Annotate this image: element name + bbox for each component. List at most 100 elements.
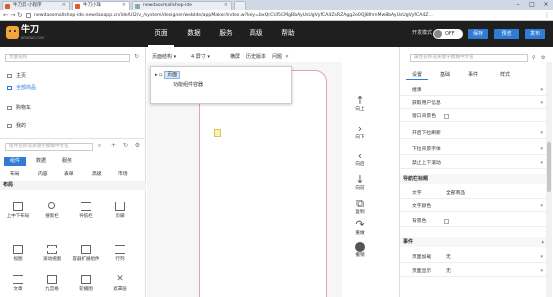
tab-basic[interactable]: 基础 [434,71,456,80]
chevron-down-icon[interactable]: ▾ [540,144,543,155]
copy-button[interactable]: ⧉ 复制 [342,198,378,216]
property-search-input[interactable]: 属性名称或关键字模糊中文名 [410,54,528,62]
search-icon[interactable]: ⌕ [96,143,103,150]
nav-data[interactable]: 数据 [181,21,207,47]
issues-button[interactable]: 问题 [272,53,282,61]
move-down-button[interactable]: › 向下 [342,123,378,141]
property-scrollbar[interactable] [546,62,552,297]
phone-frame[interactable] [199,70,327,297]
browser-tab-2[interactable]: 牛刀小珠 × [72,1,130,10]
tool-container-ext[interactable]: 容器扩展组件 [72,243,100,267]
tool-row-col[interactable]: 行列 [106,243,134,267]
tab-style[interactable]: 样式 [494,71,516,80]
prop-pull-refresh[interactable]: 开启下拉刷新 ▾ [400,128,548,139]
screen-size-dropdown[interactable]: 4 屏寸 ▾ [191,53,210,61]
browser-tab-1[interactable]: 牛刀云-小程序 × [2,1,70,10]
preview-button[interactable]: 预览 [494,29,519,39]
prop-nav-text[interactable]: 文字 全部商品 [400,188,548,199]
new-tab-button[interactable] [234,1,246,10]
page-item-mine[interactable]: 我的 [6,121,141,131]
prop-get-user-info[interactable]: 获取用户信息 ▾ [400,98,548,109]
tool-scroll-view[interactable]: 滚动视图 [38,243,66,267]
prop-page-load[interactable]: 页面加载 无 ▾ [400,252,548,263]
chevron-down-icon[interactable]: ▾ [540,98,543,109]
nav-page[interactable]: 页面 [148,21,174,47]
add-icon[interactable]: + [110,143,117,150]
close-icon[interactable]: × [224,2,228,9]
prop-nav-bg-color[interactable]: 背景色 [400,216,548,227]
settings-icon[interactable]: ⚙ [134,143,141,150]
tree-node-page[interactable]: ▸ ▫ 页面 [155,71,181,79]
chevron-down-icon[interactable]: ▾ [540,85,543,96]
tool-footer[interactable]: 页脚 [106,200,134,224]
tool-navbar[interactable]: 导航栏 [72,200,100,224]
chevron-down-icon[interactable]: ▾ [540,266,543,277]
tab-data[interactable]: 数据 [30,157,52,166]
chevron-down-icon[interactable]: ▾ [540,201,543,212]
filter-icon[interactable]: ⚲ [532,54,536,62]
collapse-icon[interactable]: « [285,53,289,61]
prop-disable-scroll[interactable]: 禁止上下滚动 ▾ [400,158,548,169]
move-forward-button[interactable]: ↓ 向前 [342,174,378,192]
url-input[interactable]: newdaosmallshop-ide.newdaoapp.cn/ide/UI2… [26,12,533,19]
nav-advanced[interactable]: 高级 [243,21,269,47]
close-icon[interactable]: × [122,2,126,9]
category-market[interactable]: 市场 [118,171,128,178]
page-item-home[interactable]: 主页 [6,71,141,81]
tool-grid9[interactable]: 九宫格 [38,273,66,297]
scrollbar-thumb[interactable] [547,142,551,192]
category-layout[interactable]: 布局 [10,171,20,178]
tab-components[interactable]: 组件 [4,157,26,166]
chevron-down-icon[interactable]: ▾ [540,252,543,263]
landscape-button[interactable]: 横屏 [230,53,240,61]
move-back-button[interactable]: ‹ 向后 [342,150,378,168]
refresh-icon[interactable]: ↻ [122,143,129,150]
move-up-button[interactable]: ↑ 向上 [342,95,378,113]
reload-icon[interactable]: ↻ [17,11,22,20]
prop-inherit[interactable]: 继承 ▾ [400,85,548,96]
dev-mode-toggle[interactable]: OFF [433,29,463,39]
chevron-down-icon[interactable]: ▾ [540,128,543,139]
redo-button[interactable]: ↷ 重做 [342,219,378,237]
component-placeholder[interactable] [214,129,221,137]
minimize-icon[interactable]: – [511,0,525,10]
tab-events[interactable]: 事件 [462,71,484,80]
close-icon[interactable]: × [62,2,66,9]
chevron-up-icon[interactable]: ▴ [541,237,544,247]
page-structure-dropdown[interactable]: 页面结构 ▾ [152,53,176,61]
prop-pull-bg-font[interactable]: 下拉背景字体 ▾ [400,144,548,155]
category-advanced[interactable]: 高级 [92,171,102,178]
tool-view[interactable]: 视图 [4,243,32,267]
tab-services[interactable]: 服务 [56,157,78,166]
prop-page-show[interactable]: 页面显示 无 ▾ [400,266,548,277]
tool-carousel[interactable]: 轮播图 [72,273,100,297]
tool-search-bar[interactable]: 搜索栏 [38,200,66,224]
tab-settings[interactable]: 设置 [406,71,428,80]
prop-nav-text-color[interactable]: 文字颜色 ▾ [400,201,548,212]
publish-button[interactable]: 发布 [525,29,545,39]
maximize-icon[interactable]: □ [525,0,539,10]
page-item-cart[interactable]: 购物车 [6,103,141,113]
page-item-all-products[interactable]: 全部商品 [6,83,141,93]
nav-service[interactable]: 服务 [213,21,239,47]
browser-tab-3[interactable]: newdaosmallshop-ide × [132,1,232,10]
prop-window-bg-color[interactable]: 窗口背景色 [400,111,548,122]
back-icon[interactable]: ← [3,11,8,20]
save-button[interactable]: 保存 [468,29,488,39]
close-window-icon[interactable]: × [539,0,553,10]
refresh-icon[interactable]: ↻ [133,54,140,61]
settings-icon[interactable]: ⚙ [541,54,545,62]
nav-help[interactable]: 帮助 [275,21,301,47]
forward-icon[interactable]: → [10,11,15,20]
component-search-input[interactable]: 组件名称或关键字模糊中文名 [5,143,93,151]
undo-button[interactable]: 撤销 [342,241,378,259]
tree-node-container[interactable]: 功能组件容器 [173,81,203,89]
menu-icon[interactable]: ⋮ [544,11,550,20]
color-swatch[interactable] [444,114,449,119]
color-swatch[interactable] [444,219,449,224]
tool-mask[interactable]: ✕ 遮罩层 [106,273,134,297]
history-button[interactable]: 历史版本 [246,53,266,61]
category-content[interactable]: 内容 [38,171,48,178]
chevron-down-icon[interactable]: ▾ [540,158,543,169]
tool-article[interactable]: 文章 [4,273,32,297]
